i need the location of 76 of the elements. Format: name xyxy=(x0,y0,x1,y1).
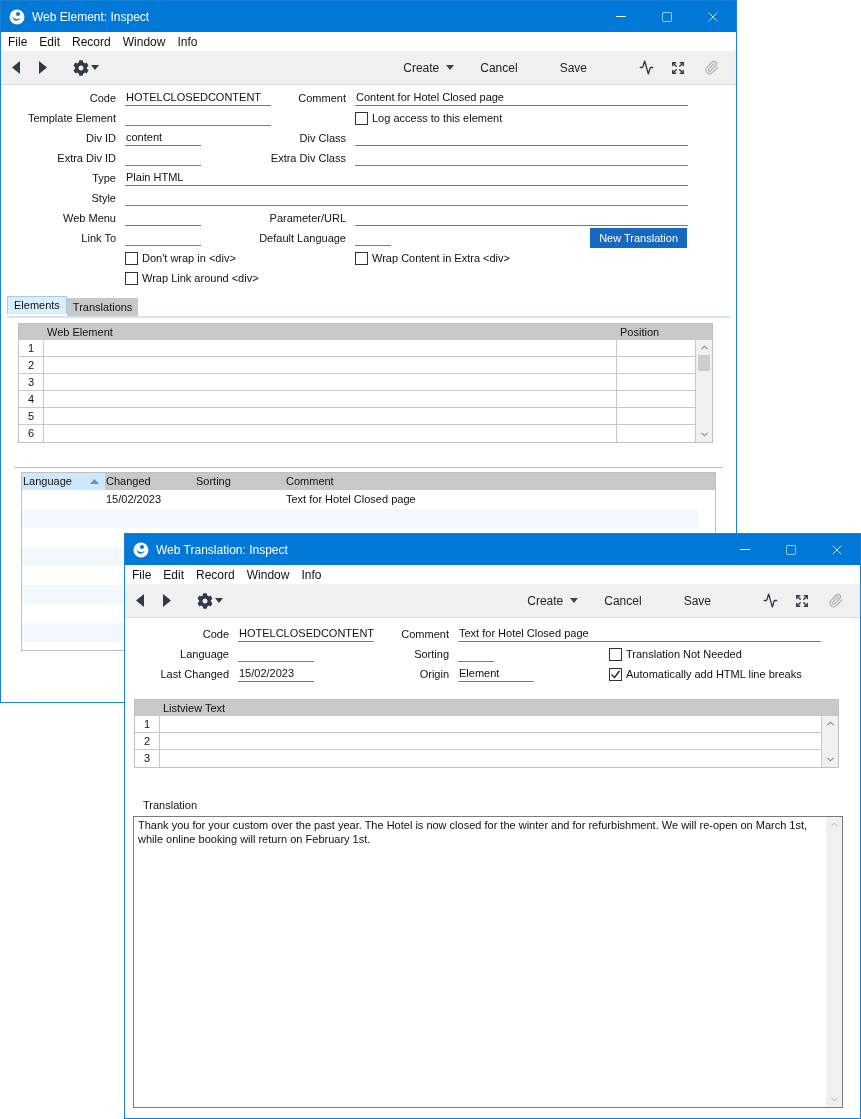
checkbox-label: Translation Not Needed xyxy=(626,646,742,662)
menu-item[interactable]: Info xyxy=(301,565,322,584)
menu-item[interactable]: Record xyxy=(196,565,235,584)
input-field[interactable]: Content for Hotel Closed page xyxy=(355,90,688,106)
field-label: Div Class xyxy=(299,130,346,146)
row-number: 1 xyxy=(19,340,44,356)
field-label: Comment xyxy=(298,90,346,106)
table-cell: 15/02/2023 xyxy=(106,493,162,506)
checkbox-label: Wrap Content in Extra <div> xyxy=(372,250,510,266)
input-field[interactable]: content xyxy=(125,130,201,146)
row-number: 6 xyxy=(19,425,44,442)
checkbox-label: Log access to this element xyxy=(372,110,503,126)
window-title: Web Element: Inspect xyxy=(32,8,150,26)
checkbox-label: Wrap Link around <div> xyxy=(142,270,259,286)
toolbar-button[interactable]: Cancel xyxy=(480,58,518,77)
menu-item[interactable]: Edit xyxy=(39,32,61,51)
field-label: Translation xyxy=(143,799,197,811)
field-label: Last Changed xyxy=(160,666,229,682)
input-field[interactable]: Text for Hotel Closed page xyxy=(458,626,821,642)
toolbar-button[interactable]: Save xyxy=(683,591,711,610)
field-label: Code xyxy=(89,90,116,106)
table-cell: Text for Hotel Closed page xyxy=(286,493,416,506)
create-menu-button[interactable]: Create xyxy=(403,58,455,77)
input-field[interactable]: Plain HTML xyxy=(125,170,688,186)
translation-text: Thank you for your custom over the past year. The Hotel is now closed for the winter and for refurbishment. We will re-open on March 1st, while online booking will return on February 1st. xyxy=(138,818,809,846)
menu-item[interactable]: Edit xyxy=(163,565,185,584)
column-header: Listview Text xyxy=(163,701,226,714)
row-number: 1 xyxy=(135,716,160,732)
row-number: 3 xyxy=(135,750,160,767)
checkbox-label: Don't wrap in <div> xyxy=(142,250,236,266)
menu-item[interactable]: Record xyxy=(72,32,111,51)
input-field[interactable]: HOTELCLOSEDCONTENT xyxy=(238,626,374,642)
checkbox-label: Automatically add HTML line breaks xyxy=(626,666,802,682)
field-label: Extra Div ID xyxy=(57,150,116,166)
column-header[interactable]: Changed xyxy=(105,473,195,490)
input-field[interactable]: Element xyxy=(458,666,534,682)
menu-item[interactable]: File xyxy=(8,32,28,51)
translation-text-area[interactable]: Thank you for your custom over the past year. The Hotel is now closed for the winter and for refurbishment. We will re-open on March 1st, while online booking will return on February 1st. xyxy=(133,816,843,1108)
field-label: Parameter/URL xyxy=(269,210,346,226)
menu-item[interactable]: Window xyxy=(246,565,290,584)
toolbar-button[interactable]: Save xyxy=(559,58,587,77)
column-header[interactable]: Sorting xyxy=(195,473,285,490)
window-title: Web Translation: Inspect xyxy=(156,541,288,559)
menu-item[interactable]: Window xyxy=(122,32,166,51)
tab[interactable]: Translations xyxy=(66,298,139,316)
row-number: 2 xyxy=(19,357,44,373)
tab[interactable]: Elements xyxy=(7,296,67,314)
create-menu-button[interactable]: Create xyxy=(527,591,579,610)
field-label: Web Menu xyxy=(63,210,116,226)
field-label: Comment xyxy=(401,626,449,642)
menu-item[interactable]: Info xyxy=(177,32,198,51)
new-translation-button[interactable]: New Translation xyxy=(590,228,687,248)
field-label: Extra Div Class xyxy=(270,150,346,166)
field-label: Template Element xyxy=(27,110,116,126)
input-field[interactable]: HOTELCLOSEDCONTENT xyxy=(125,90,271,106)
row-number: 5 xyxy=(19,408,44,424)
field-label: Type xyxy=(92,170,116,186)
row-number: 2 xyxy=(135,733,160,749)
field-label: Code xyxy=(202,626,229,642)
field-label: Div ID xyxy=(86,130,116,146)
list-row[interactable]: 15/02/2023 Text for Hotel Closed page xyxy=(22,490,715,509)
field-label: Default Language xyxy=(259,230,346,246)
column-header[interactable]: Comment xyxy=(285,473,715,490)
field-label: Sorting xyxy=(414,646,449,662)
row-number: 4 xyxy=(19,391,44,407)
menu-item[interactable]: File xyxy=(132,565,152,584)
column-header: Web Element xyxy=(47,325,113,338)
row-number: 3 xyxy=(19,374,44,390)
column-header[interactable]: Language xyxy=(22,473,105,490)
field-label: Link To xyxy=(81,230,116,246)
field-label: Language xyxy=(180,646,229,662)
input-field[interactable]: 15/02/2023 xyxy=(238,666,314,682)
column-header: Position xyxy=(620,325,660,338)
field-label: Style xyxy=(91,190,116,206)
field-label: Origin xyxy=(419,666,449,682)
toolbar-button[interactable]: Cancel xyxy=(604,591,642,610)
